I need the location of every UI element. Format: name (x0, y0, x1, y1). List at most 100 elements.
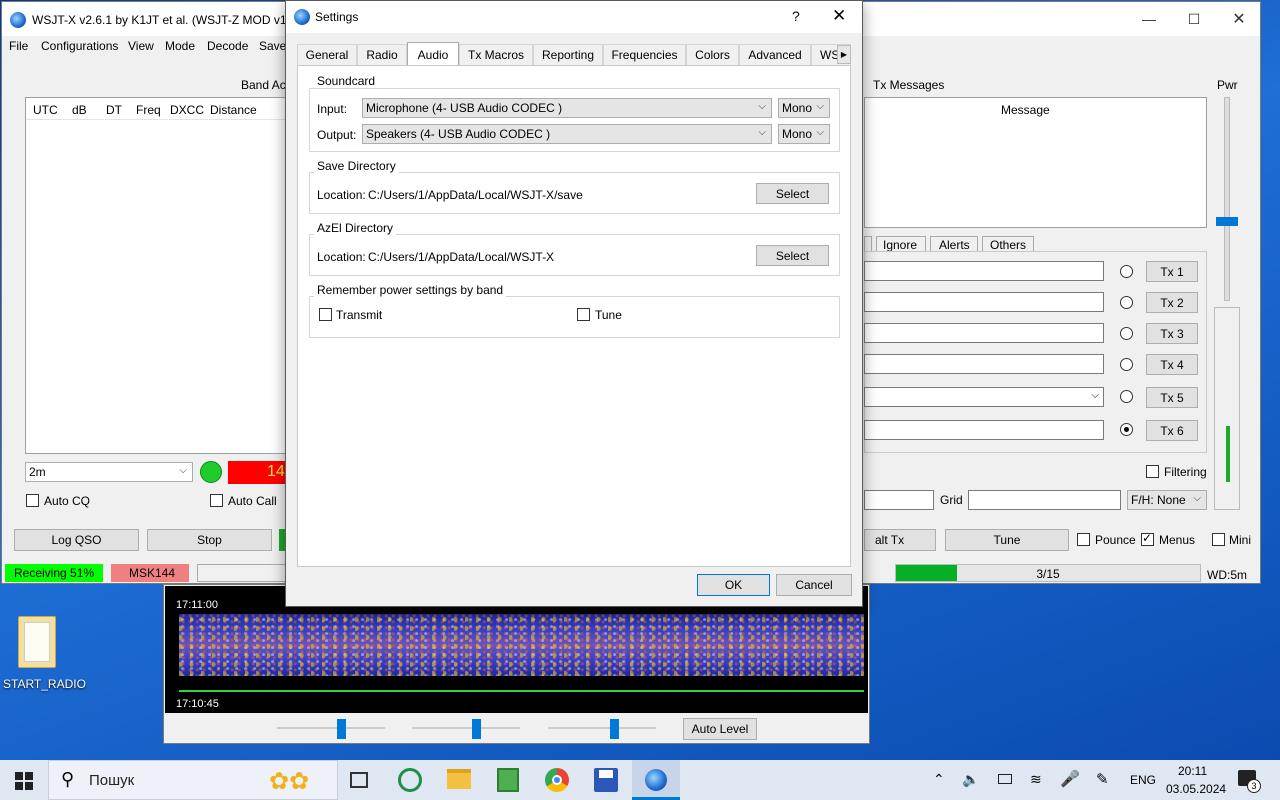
folder-icon[interactable] (16, 612, 58, 670)
col-utc[interactable]: UTC (33, 103, 58, 117)
clock-time[interactable]: 20:11 (1178, 764, 1207, 778)
pwr-slider[interactable] (1224, 97, 1230, 301)
alt-tx-button[interactable]: alt Tx (864, 529, 936, 551)
tab-colors[interactable]: Colors (686, 44, 739, 65)
filter-tab-ignore[interactable]: Ignore (876, 236, 926, 252)
tx5-radio[interactable] (1120, 390, 1133, 403)
col-db[interactable]: dB (72, 103, 87, 117)
file-explorer-icon[interactable] (447, 769, 471, 789)
tab-audio[interactable]: Audio (407, 42, 459, 66)
tx5-button[interactable]: Tx 5 (1146, 387, 1198, 408)
tx1-field[interactable] (864, 261, 1104, 281)
tune-checkbox[interactable] (577, 308, 590, 321)
tx4-button[interactable]: Tx 4 (1146, 354, 1198, 375)
call-field[interactable] (864, 490, 934, 510)
auto-call-checkbox[interactable] (210, 494, 223, 507)
clock-date[interactable]: 03.05.2024 (1166, 782, 1226, 796)
output-channel-select[interactable]: Mono ⌵ (778, 124, 830, 144)
tx6-field[interactable] (864, 420, 1104, 440)
tx-messages-list[interactable]: Message (864, 97, 1207, 228)
tx1-button[interactable]: Tx 1 (1146, 261, 1198, 282)
filter-tab-alerts[interactable]: Alerts (930, 236, 978, 252)
filter-tab-partial[interactable] (864, 236, 872, 252)
tab-reporting[interactable]: Reporting (533, 44, 603, 65)
slider-3-track[interactable] (548, 727, 656, 729)
tab-frequencies[interactable]: Frequencies (603, 44, 686, 65)
output-device-select[interactable]: Speakers (4- USB Audio CODEC ) ⌵ (362, 124, 772, 144)
col-distance[interactable]: Distance (210, 103, 257, 117)
save-disk-icon[interactable] (594, 768, 618, 792)
windows-start-icon[interactable] (15, 772, 33, 790)
tx6-radio[interactable] (1120, 423, 1133, 436)
slider-1-handle[interactable] (337, 719, 346, 739)
close-icon[interactable]: ✕ (832, 6, 846, 26)
stop-button[interactable]: Stop (147, 529, 272, 551)
menu-configurations[interactable]: Configurations (41, 39, 118, 53)
tune-button[interactable]: Tune (945, 529, 1069, 551)
wsjt-taskbar-active[interactable] (632, 760, 680, 800)
microphone-icon[interactable]: 🎤 (1060, 769, 1080, 789)
azel-select-button[interactable]: Select (756, 245, 829, 266)
chart-app-icon[interactable] (497, 768, 519, 792)
log-qso-button[interactable]: Log QSO (14, 529, 139, 551)
col-freq[interactable]: Freq (136, 103, 161, 117)
tab-scroll-arrow-icon[interactable]: ▶ (837, 45, 851, 64)
tab-general[interactable]: General (297, 44, 357, 65)
help-icon[interactable]: ? (792, 8, 800, 24)
slider-2-handle[interactable] (472, 719, 481, 739)
input-device-select[interactable]: Microphone (4- USB Audio CODEC ) ⌵ (362, 98, 772, 118)
menu-decode[interactable]: Decode (207, 39, 248, 53)
tx6-button[interactable]: Tx 6 (1146, 420, 1198, 441)
grid-field[interactable] (968, 490, 1121, 510)
tx3-field[interactable] (864, 323, 1104, 343)
menu-file[interactable]: File (9, 39, 28, 53)
task-view-icon[interactable] (350, 772, 368, 788)
waterfall-spectrogram[interactable] (165, 610, 868, 680)
tx4-radio[interactable] (1120, 358, 1133, 371)
cancel-button[interactable]: Cancel (776, 574, 852, 596)
menus-checkbox[interactable]: ✓ (1141, 531, 1154, 546)
save-select-button[interactable]: Select (756, 183, 829, 204)
transmit-checkbox[interactable] (319, 308, 332, 321)
ok-button[interactable]: OK (697, 574, 770, 596)
slider-3-handle[interactable] (610, 719, 619, 739)
tab-radio[interactable]: Radio (357, 44, 407, 65)
menu-save[interactable]: Save (259, 39, 286, 53)
tx2-field[interactable] (864, 292, 1104, 312)
tx1-radio[interactable] (1120, 265, 1133, 278)
pounce-checkbox[interactable] (1077, 533, 1090, 546)
speaker-icon[interactable]: 🔈 (962, 771, 979, 788)
tx2-radio[interactable] (1120, 296, 1133, 309)
filtering-checkbox[interactable] (1146, 465, 1159, 478)
mini-checkbox[interactable] (1212, 533, 1225, 546)
tray-chevron-up-icon[interactable]: ⌃ (933, 771, 945, 788)
message-header[interactable]: Message (1001, 103, 1050, 117)
tab-advanced[interactable]: Advanced (739, 44, 811, 65)
fh-select[interactable]: F/H: None ⌵ (1127, 490, 1207, 510)
close-icon[interactable]: ✕ (1216, 2, 1262, 36)
clock-app-icon[interactable] (398, 768, 422, 792)
tx4-field[interactable] (864, 354, 1104, 374)
menu-view[interactable]: View (128, 39, 154, 53)
auto-cq-checkbox[interactable] (26, 494, 39, 507)
auto-level-button[interactable]: Auto Level (683, 718, 757, 740)
maximize-icon[interactable]: ☐ (1171, 2, 1217, 36)
tx3-button[interactable]: Tx 3 (1146, 323, 1198, 344)
minimize-icon[interactable]: — (1126, 2, 1172, 36)
taskbar-search[interactable]: ⚲ Пошук ✿✿ (48, 760, 338, 800)
folder-label[interactable]: START_RADIO (3, 677, 86, 691)
slider-2-track[interactable] (412, 727, 520, 729)
col-dt[interactable]: DT (106, 103, 122, 117)
band-select[interactable]: 2m ⌵ (25, 462, 193, 482)
wifi-icon[interactable]: ≋ (1030, 771, 1042, 788)
language-indicator[interactable]: ENG (1130, 773, 1156, 787)
menu-mode[interactable]: Mode (165, 39, 195, 53)
battery-icon[interactable] (998, 774, 1012, 784)
tab-tx-macros[interactable]: Tx Macros (459, 44, 533, 65)
chrome-icon[interactable] (545, 768, 569, 792)
tx2-button[interactable]: Tx 2 (1146, 292, 1198, 313)
tx3-radio[interactable] (1120, 327, 1133, 340)
input-channel-select[interactable]: Mono ⌵ (778, 98, 830, 118)
pen-icon[interactable]: ✎ (1096, 770, 1109, 788)
pwr-slider-handle[interactable] (1216, 217, 1238, 226)
